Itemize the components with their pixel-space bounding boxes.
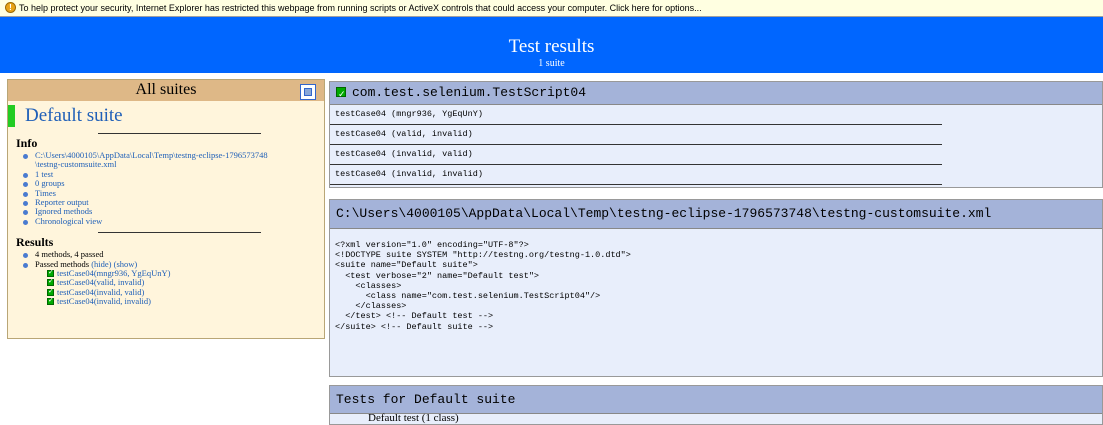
collapse-icon[interactable] bbox=[300, 84, 316, 100]
shield-warning-icon bbox=[5, 0, 16, 16]
xml-file-path: C:\Users\4000105\AppData\Local\Temp\test… bbox=[330, 200, 1102, 229]
tests-panel: Tests for Default suite Default test (1 … bbox=[329, 385, 1103, 425]
passed-method-link[interactable]: testCase04(valid, invalid) bbox=[8, 277, 324, 287]
suites-navigator: All suites Default suite Info C:\Users\4… bbox=[7, 79, 325, 339]
checkmark-icon bbox=[47, 268, 54, 277]
page-header: Test results 1 suite bbox=[0, 17, 1103, 73]
checkmark-icon bbox=[336, 84, 346, 106]
suite-xml-panel: C:\Users\4000105\AppData\Local\Temp\test… bbox=[329, 199, 1103, 377]
divider bbox=[98, 133, 261, 134]
page-title: Test results bbox=[508, 36, 595, 57]
method-row: testCase04 (invalid, invalid) bbox=[330, 165, 942, 185]
passed-method-link[interactable]: testCase04(invalid, invalid) bbox=[8, 296, 324, 306]
info-heading: Info bbox=[16, 136, 38, 150]
class-title: com.test.selenium.TestScript04 bbox=[352, 85, 587, 100]
checkmark-icon bbox=[47, 287, 54, 296]
all-suites-header: All suites bbox=[8, 80, 324, 101]
test-entry-partial[interactable]: Default test (1 class) bbox=[330, 412, 1102, 424]
divider bbox=[98, 232, 261, 234]
method-row: testCase04 (mngr936, YgEqUnY) bbox=[330, 105, 942, 125]
method-row: testCase04 (invalid, valid) bbox=[330, 145, 942, 165]
suite-count: 1 suite bbox=[538, 58, 565, 69]
chronological-view-link[interactable]: Chronological view bbox=[8, 216, 324, 226]
passed-method-link[interactable]: testCase04(mngr936, YgEqUnY) bbox=[8, 268, 324, 278]
passed-method-link[interactable]: testCase04(invalid, valid) bbox=[8, 287, 324, 297]
class-header: com.test.selenium.TestScript04 bbox=[330, 82, 1102, 106]
method-row: testCase04 (valid, invalid) bbox=[330, 125, 942, 145]
results-list: 4 methods, 4 passed Passed methods (hide… bbox=[8, 249, 324, 269]
ie-security-message: To help protect your security, Internet … bbox=[19, 3, 702, 13]
suite-link-default[interactable]: Default suite bbox=[8, 105, 324, 127]
suite-xml-content: <?xml version="1.0" encoding="UTF-8"?> <… bbox=[335, 240, 631, 332]
ie-security-infobar[interactable]: To help protect your security, Internet … bbox=[0, 0, 1103, 17]
suite-file-link[interactable]: C:\Users\4000105\AppData\Local\Temp\test… bbox=[8, 150, 324, 170]
class-results-panel: com.test.selenium.TestScript04 testCase0… bbox=[329, 81, 1103, 188]
results-heading: Results bbox=[16, 235, 54, 250]
checkmark-icon bbox=[47, 296, 54, 305]
checkmark-icon bbox=[47, 277, 54, 287]
tests-panel-title: Tests for Default suite bbox=[330, 386, 1102, 414]
info-list: C:\Users\4000105\AppData\Local\Temp\test… bbox=[8, 150, 324, 226]
all-suites-title: All suites bbox=[135, 81, 197, 98]
